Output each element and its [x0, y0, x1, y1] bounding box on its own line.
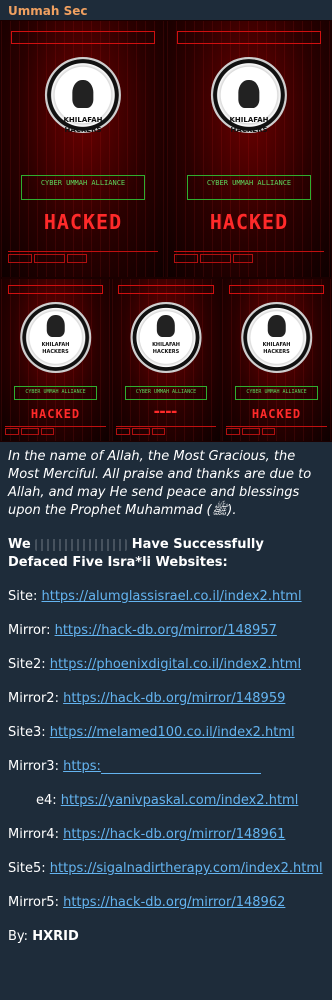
hacked-text: HACKED: [30, 406, 81, 421]
sender-name[interactable]: Ummah Sec: [8, 4, 87, 18]
seal-emblem: [240, 301, 313, 374]
mirror-link[interactable]: https://hack-db.org/mirror/148959: [63, 691, 285, 706]
album-image[interactable]: KHILAFAH HACKERS CYBER UMMAH ALLIANCE HA…: [166, 20, 332, 278]
alliance-box: CYBER UMMAH ALLIANCE: [124, 385, 208, 401]
seal-sub: HACKERS: [152, 348, 180, 355]
seal-name: KHILAFAH: [229, 115, 269, 124]
hacked-text: ▬▬▬▬: [154, 406, 178, 416]
intro-text: In the name of Allah, the Most Gracious,…: [8, 449, 312, 518]
media-album[interactable]: KHILAFAH HACKERS CYBER UMMAH ALLIANCE HA…: [0, 20, 332, 442]
seal-sub: HACKERS: [42, 348, 69, 355]
announcement-heading: We Have Successfully Defaced Five Isra*l…: [8, 537, 264, 570]
link-row-mirror1: Mirror: https://hack-db.org/mirror/14895…: [8, 623, 277, 638]
mirror-link[interactable]: https://hack-db.org/mirror/148961: [63, 827, 285, 842]
hacked-text: HACKED: [43, 210, 123, 235]
seal-sub: HACKERS: [64, 125, 102, 134]
seal-name: KHILAFAH: [41, 342, 70, 349]
seal-name: KHILAFAH: [152, 342, 180, 349]
mirror-link[interactable]: https://hack-db.org/mirror/148962: [63, 895, 285, 910]
seal-sub: HACKERS: [263, 348, 290, 355]
link-row-site5: Site5: https://sigalnadirtherapy.com/ind…: [8, 861, 323, 876]
album-image[interactable]: KHILAFAH HACKERS CYBER UMMAH ALLIANCE HA…: [0, 20, 166, 278]
site-link[interactable]: https://alumglassisrael.co.il/index2.htm…: [41, 589, 301, 604]
alliance-box: CYBER UMMAH ALLIANCE: [235, 385, 318, 401]
seal-name: KHILAFAH: [262, 342, 291, 349]
mirror-link[interactable]: https://hack-db.org/mirror/148957: [55, 623, 277, 638]
seal-emblem: [19, 301, 92, 374]
site-link[interactable]: https://yanivpaskal.com/index2.html: [61, 793, 299, 808]
site-link[interactable]: https://phoenixdigital.co.il/index2.html: [50, 657, 301, 672]
link-row-site4: e4: https://yanivpaskal.com/index2.html: [36, 793, 299, 808]
link-row-mirror5: Mirror5: https://hack-db.org/mirror/1489…: [8, 895, 286, 910]
link-row-site3: Site3: https://melamed100.co.il/index2.h…: [8, 725, 295, 740]
seal-sub: HACKERS: [230, 125, 268, 134]
alliance-box: CYBER UMMAH ALLIANCE: [186, 174, 312, 201]
author-line: By: HXRID: [8, 929, 79, 944]
album-image[interactable]: KHILAFAH HACKERS CYBER UMMAH ALLIANCE HA…: [221, 278, 332, 442]
author-name: HXRID: [32, 929, 79, 944]
hacked-text: HACKED: [251, 406, 302, 421]
link-row-mirror2: Mirror2: https://hack-db.org/mirror/1489…: [8, 691, 286, 706]
message-bubble: Ummah Sec KHILAFAH HACKERS CYBER UMMAH A…: [0, 0, 332, 1000]
link-row-mirror4: Mirror4: https://hack-db.org/mirror/1489…: [8, 827, 286, 842]
link-row-mirror3: Mirror3: https:: [8, 758, 326, 776]
site-link[interactable]: https://melamed100.co.il/index2.html: [50, 725, 295, 740]
album-image[interactable]: KHILAFAH HACKERS CYBER UMMAH ALLIANCE HA…: [0, 278, 111, 442]
seal-name: KHILAFAH: [63, 115, 103, 124]
alliance-box: CYBER UMMAH ALLIANCE: [20, 174, 146, 201]
mirror-link[interactable]: https:: [63, 759, 101, 774]
hacked-text: HACKED: [209, 210, 289, 235]
spoiler-redaction[interactable]: [35, 538, 128, 551]
alliance-box: CYBER UMMAH ALLIANCE: [14, 385, 97, 401]
message-text: In the name of Allah, the Most Gracious,…: [8, 448, 326, 946]
spoiler-redaction[interactable]: [100, 759, 261, 774]
link-row-site2: Site2: https://phoenixdigital.co.il/inde…: [8, 657, 302, 672]
album-image[interactable]: KHILAFAH HACKERS CYBER UMMAH ALLIANCE ▬▬…: [111, 278, 221, 442]
site-link[interactable]: https://sigalnadirtherapy.com/index2.htm…: [50, 861, 323, 876]
link-row-site1: Site: https://alumglassisrael.co.il/inde…: [8, 589, 302, 604]
